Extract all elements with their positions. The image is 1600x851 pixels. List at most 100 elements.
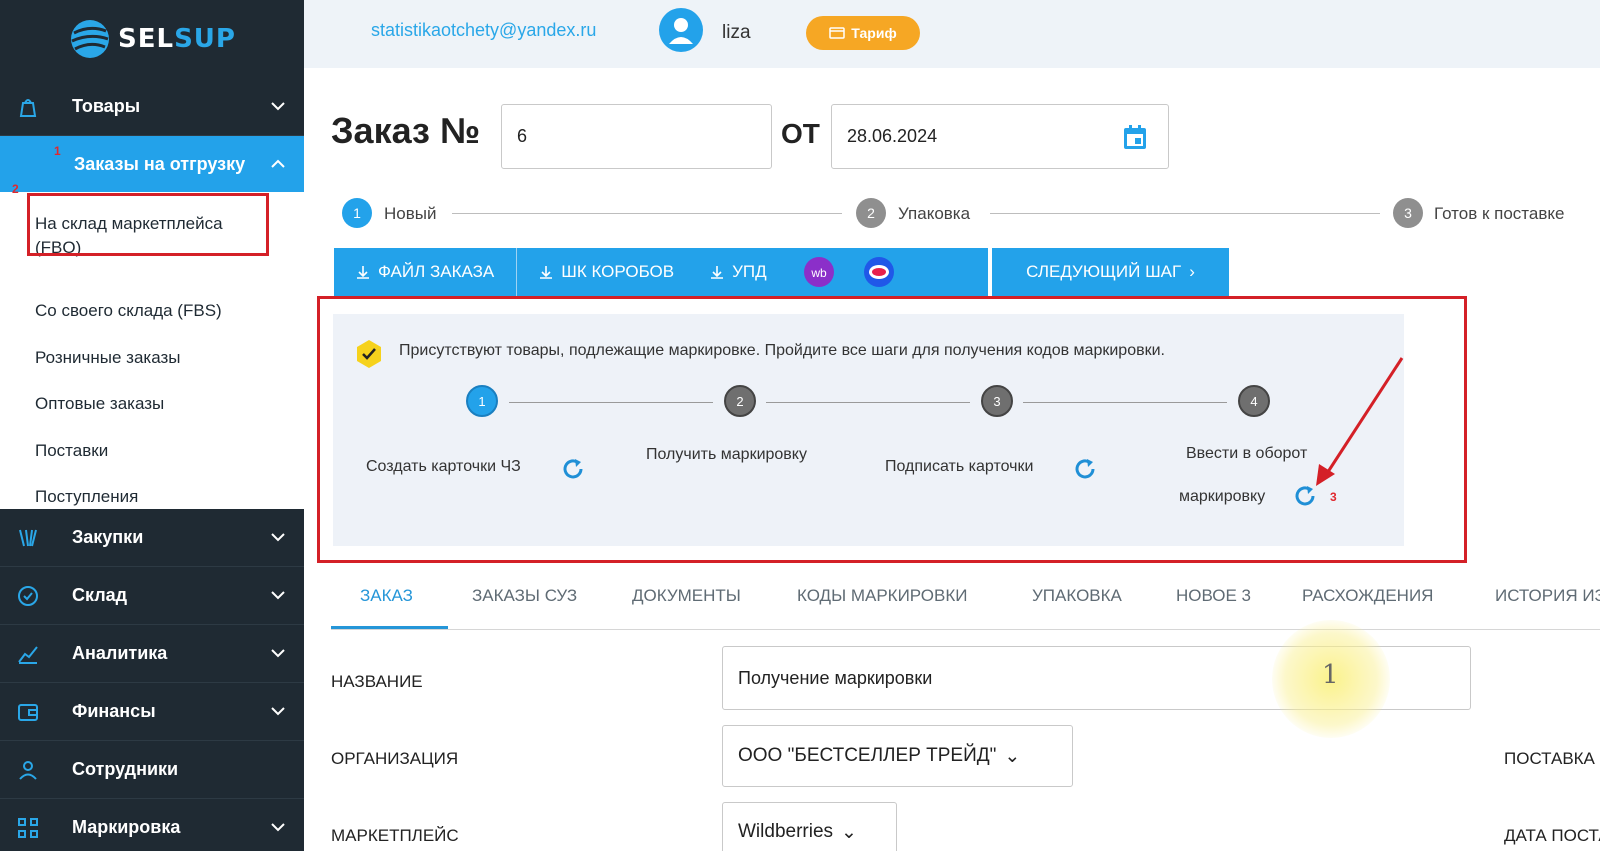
tab-history[interactable]: ИСТОРИЯ ИЗМЕНЕНИЙ <box>1495 586 1600 606</box>
annotation-number: 1 <box>54 144 61 158</box>
chevron-down-icon: ⌄ <box>841 821 857 843</box>
sidebar-item-products[interactable]: Товары <box>0 78 304 136</box>
order-date-input[interactable]: 28.06.2024 <box>831 104 1169 169</box>
wallet-icon <box>18 704 38 721</box>
wildberries-button[interactable]: wb <box>789 248 849 296</box>
sidebar-item-label: Закупки <box>72 527 144 547</box>
status-step-label: Упаковка <box>898 204 971 223</box>
sidebar-item-warehouse[interactable]: Склад <box>0 567 304 625</box>
logo-globe-icon <box>71 20 110 58</box>
organization-select[interactable]: ООО "БЕСТСЕЛЛЕР ТРЕЙД" ⌄ <box>722 725 1073 787</box>
status-step-label: Готов к поставке <box>1434 204 1565 223</box>
qr-code-icon <box>18 818 38 838</box>
ozon-button[interactable] <box>849 248 909 296</box>
check-circle-icon <box>18 586 38 606</box>
supply-label: ПОСТАВКА <box>1504 749 1595 768</box>
brand-name: SELSUP <box>118 24 236 54</box>
ozon-logo-icon <box>863 257 894 287</box>
next-step-button[interactable]: СЛЕДУЮЩИЙ ШАГ › <box>992 248 1229 296</box>
button-label: ШК КОРОБОВ <box>561 262 675 281</box>
download-icon <box>540 266 553 279</box>
sidebar-item-analytics[interactable]: Аналитика <box>0 625 304 683</box>
svg-text:wb: wb <box>810 266 827 280</box>
name-label: НАЗВАНИЕ <box>331 672 423 691</box>
sidebar-item-label: Маркировка <box>72 817 181 837</box>
sidebar: SELSUP Товары 1 Заказы на отгрузку На ск… <box>0 0 304 851</box>
tab-discrepancies[interactable]: РАСХОЖДЕНИЯ <box>1302 586 1433 606</box>
sidebar-item-label: Аналитика <box>72 643 168 663</box>
user-icon <box>19 761 37 780</box>
sidebar-item-orders[interactable]: 1 Заказы на отгрузку <box>0 136 304 192</box>
sidebar-item-label: Заказы на отгрузку <box>74 153 246 174</box>
tariff-button[interactable]: Тариф <box>806 16 920 50</box>
download-icon <box>357 266 369 279</box>
card-icon <box>829 27 846 39</box>
user-avatar-icon <box>669 18 693 44</box>
tab-suz-orders[interactable]: ЗАКАЗЫ СУЗ <box>472 586 577 606</box>
from-label: ОТ <box>781 118 820 149</box>
calendar-icon[interactable] <box>1122 123 1148 151</box>
submenu-item-fbs[interactable]: Со своего склада (FBS) <box>0 288 304 335</box>
tabs-divider <box>331 629 1600 630</box>
chevron-up-icon <box>271 159 285 168</box>
sidebar-item-label: Сотрудники <box>72 759 179 779</box>
download-upd-button[interactable]: УПД <box>696 248 789 296</box>
button-label: СЛЕДУЮЩИЙ ШАГ <box>1026 262 1182 281</box>
order-number-value: 6 <box>517 126 528 146</box>
sidebar-item-purchases[interactable]: Закупки <box>0 509 304 567</box>
tariff-label: Тариф <box>851 25 897 41</box>
order-actions-toolbar: ФАЙЛ ЗАКАЗА ШК КОРОБОВ УПД wb <box>334 248 988 296</box>
status-step-dot: 1 <box>342 198 372 228</box>
app-window: SELSUP Товары 1 Заказы на отгрузку На ск… <box>0 0 1600 851</box>
sidebar-item-employees[interactable]: Сотрудники <box>0 741 304 799</box>
chevron-down-icon: ⌄ <box>1004 745 1021 767</box>
chevron-down-icon <box>271 533 285 542</box>
tab-documents[interactable]: ДОКУМЕНТЫ <box>632 586 741 606</box>
sidebar-item-finance[interactable]: Финансы <box>0 683 304 741</box>
chevron-down-icon <box>271 591 285 600</box>
annotation-highlight-box <box>27 193 269 256</box>
submenu-item-supplies[interactable]: Поставки <box>0 428 304 475</box>
avatar[interactable] <box>659 8 703 52</box>
step-connector <box>990 213 1380 214</box>
annotation-number: 2 <box>12 182 19 196</box>
chart-line-icon <box>18 646 38 664</box>
sidebar-item-label: Финансы <box>72 701 156 721</box>
submenu-item-wholesale[interactable]: Оптовые заказы <box>0 381 304 428</box>
tab-marking-codes[interactable]: КОДЫ МАРКИРОВКИ <box>797 586 967 606</box>
purchases-icon <box>19 529 37 547</box>
order-number-input[interactable]: 6 <box>501 104 772 169</box>
marketplace-label: МАРКЕТПЛЕЙС <box>331 826 459 845</box>
download-box-barcodes-button[interactable]: ШК КОРОБОВ <box>517 248 696 296</box>
button-label: УПД <box>732 262 767 281</box>
chevron-down-icon <box>271 102 285 111</box>
wildberries-logo-icon: wb <box>803 257 834 287</box>
marketplace-select[interactable]: Wildberries ⌄ <box>722 802 897 851</box>
annotation-highlight-box <box>317 296 1467 563</box>
marketplace-value: Wildberries <box>738 821 834 842</box>
cursor-indicator: 1 <box>1322 660 1339 690</box>
organization-label: ОРГАНИЗАЦИЯ <box>331 749 459 768</box>
chevron-right-icon: › <box>1189 262 1195 281</box>
user-email[interactable]: statistikaotchety@yandex.ru <box>371 20 596 41</box>
logo[interactable]: SELSUP <box>0 0 304 78</box>
order-date-value: 28.06.2024 <box>847 126 938 146</box>
bag-icon <box>19 99 37 117</box>
page-title: Заказ № <box>331 110 481 151</box>
button-label: ФАЙЛ ЗАКАЗА <box>378 262 495 281</box>
chevron-down-icon <box>271 823 285 832</box>
download-icon <box>711 266 724 279</box>
download-order-file-button[interactable]: ФАЙЛ ЗАКАЗА <box>334 248 516 296</box>
tab-order[interactable]: ЗАКАЗ <box>360 586 413 606</box>
status-step-label: Новый <box>384 204 437 223</box>
tab-packing[interactable]: УПАКОВКА <box>1032 586 1122 606</box>
submenu-item-retail[interactable]: Розничные заказы <box>0 335 304 382</box>
organization-value: ООО "БЕСТСЕЛЛЕР ТРЕЙД" <box>738 745 997 766</box>
top-bar: statistikaotchety@yandex.ru liza Тариф <box>304 0 1600 68</box>
tab-new-3[interactable]: НОВОЕ 3 <box>1176 586 1251 606</box>
sidebar-item-marking[interactable]: Маркировка <box>0 799 304 851</box>
chevron-down-icon <box>271 649 285 658</box>
sidebar-item-label: Товары <box>72 96 141 116</box>
chevron-down-icon <box>271 707 285 716</box>
status-step-dot: 3 <box>1393 198 1423 228</box>
